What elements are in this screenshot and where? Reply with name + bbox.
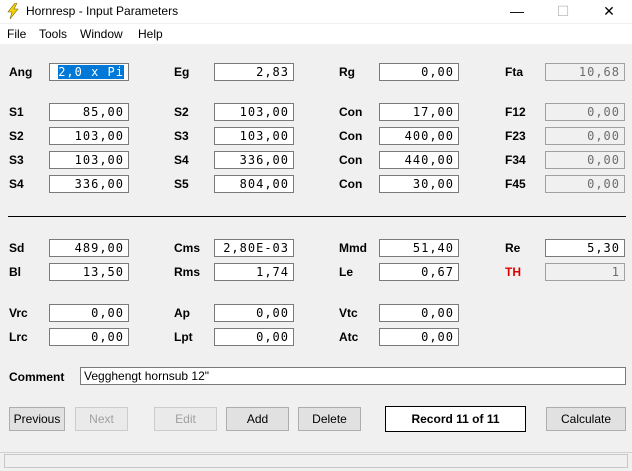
menu-file[interactable]: File: [7, 27, 26, 41]
f23-field: 0,00: [545, 127, 625, 145]
lpt-field[interactable]: 0,00: [214, 328, 294, 346]
th-field: 1: [545, 263, 625, 281]
label-s4: S4: [174, 153, 189, 167]
lightning-bolt-icon: [7, 3, 19, 19]
ang-field[interactable]: 2,0 x Pi: [49, 63, 129, 81]
label-s5: S5: [174, 177, 189, 191]
menu-bar: File Tools Window Help: [0, 24, 632, 44]
atc-field[interactable]: 0,00: [379, 328, 459, 346]
s2-field[interactable]: 103,00: [214, 103, 294, 121]
ap-field[interactable]: 0,00: [214, 304, 294, 322]
rms-field[interactable]: 1,74: [214, 263, 294, 281]
label-re: Re: [505, 241, 521, 255]
window-title: Hornresp - Input Parameters: [26, 4, 179, 18]
s2-segment-field[interactable]: 103,00: [49, 127, 129, 145]
mmd-field[interactable]: 51,40: [379, 239, 459, 257]
lrc-field[interactable]: 0,00: [49, 328, 129, 346]
menu-window[interactable]: Window: [80, 27, 123, 41]
label-s2: S2: [174, 105, 189, 119]
label-rg: Rg: [339, 65, 355, 79]
label-lpt: Lpt: [174, 330, 193, 344]
s3-field[interactable]: 103,00: [214, 127, 294, 145]
label-ap: Ap: [174, 306, 190, 320]
label-con-1: Con: [339, 105, 363, 119]
label-lrc: Lrc: [9, 330, 28, 344]
s1-field[interactable]: 85,00: [49, 103, 129, 121]
title-bar: Hornresp - Input Parameters — ☐ ✕: [0, 0, 632, 23]
label-eg: Eg: [174, 65, 190, 79]
vrc-field[interactable]: 0,00: [49, 304, 129, 322]
label-le: Le: [339, 265, 354, 279]
previous-button[interactable]: Previous: [9, 407, 65, 431]
comment-field[interactable]: Vegghengt hornsub 12": [80, 367, 626, 385]
minimize-button[interactable]: —: [494, 0, 540, 23]
label-f12: F12: [505, 105, 526, 119]
label-comment: Comment: [9, 370, 65, 384]
label-vrc: Vrc: [9, 306, 28, 320]
label-f45: F45: [505, 177, 526, 191]
bl-field[interactable]: 13,50: [49, 263, 129, 281]
re-field[interactable]: 5,30: [545, 239, 625, 257]
s3-segment-field[interactable]: 103,00: [49, 151, 129, 169]
calculate-button[interactable]: Calculate: [546, 407, 626, 431]
edit-button[interactable]: Edit: [154, 407, 217, 431]
f45-field: 0,00: [545, 175, 625, 193]
s4-segment-field[interactable]: 336,00: [49, 175, 129, 193]
s5-field[interactable]: 804,00: [214, 175, 294, 193]
label-th[interactable]: TH: [505, 265, 521, 279]
label-f34: F34: [505, 153, 526, 167]
label-s4-segment: S4: [9, 177, 24, 191]
label-con-2: Con: [339, 129, 363, 143]
label-mmd: Mmd: [339, 241, 367, 255]
label-con-3: Con: [339, 153, 363, 167]
label-atc: Atc: [339, 330, 359, 344]
label-bl: Bl: [9, 265, 21, 279]
label-sd: Sd: [9, 241, 25, 255]
con-3-field[interactable]: 440,00: [379, 151, 459, 169]
label-f23: F23: [505, 129, 526, 143]
label-fta: Fta: [505, 65, 523, 79]
label-ang: Ang: [9, 65, 33, 79]
con-2-field[interactable]: 400,00: [379, 127, 459, 145]
label-s2-segment: S2: [9, 129, 24, 143]
vtc-field[interactable]: 0,00: [379, 304, 459, 322]
eg-field[interactable]: 2,83: [214, 63, 294, 81]
cms-field[interactable]: 2,80E-03: [214, 239, 294, 257]
menu-tools[interactable]: Tools: [39, 27, 67, 41]
ang-value: 2,0 x Pi: [58, 65, 124, 79]
label-s1: S1: [9, 105, 24, 119]
rg-field[interactable]: 0,00: [379, 63, 459, 81]
le-field[interactable]: 0,67: [379, 263, 459, 281]
status-panel: [4, 454, 628, 468]
close-button[interactable]: ✕: [586, 0, 632, 23]
con-1-field[interactable]: 17,00: [379, 103, 459, 121]
label-vtc: Vtc: [339, 306, 358, 320]
f34-field: 0,00: [545, 151, 625, 169]
label-rms: Rms: [174, 265, 201, 279]
maximize-button[interactable]: ☐: [540, 0, 586, 23]
delete-button[interactable]: Delete: [298, 407, 361, 431]
sd-field[interactable]: 489,00: [49, 239, 129, 257]
label-con-4: Con: [339, 177, 363, 191]
record-indicator: Record 11 of 11: [385, 406, 526, 432]
f12-field: 0,00: [545, 103, 625, 121]
con-4-field[interactable]: 30,00: [379, 175, 459, 193]
fta-field: 10,68: [545, 63, 625, 81]
label-cms: Cms: [174, 241, 201, 255]
menu-help[interactable]: Help: [138, 27, 163, 41]
next-button[interactable]: Next: [75, 407, 128, 431]
s4-field[interactable]: 336,00: [214, 151, 294, 169]
add-button[interactable]: Add: [226, 407, 289, 431]
section-divider: [8, 216, 626, 217]
label-s3-segment: S3: [9, 153, 24, 167]
label-s3: S3: [174, 129, 189, 143]
